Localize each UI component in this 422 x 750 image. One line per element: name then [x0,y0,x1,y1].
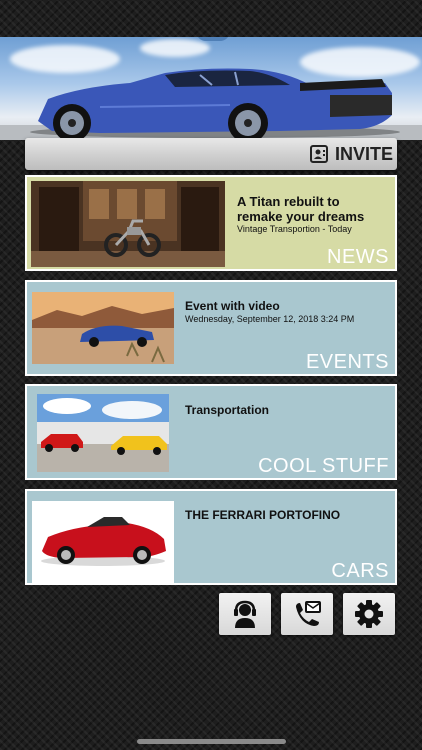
events-title: Event with video [185,299,280,313]
news-title: A Titan rebuilt to remake your dreams [237,194,365,224]
invite-label: INVITE [334,143,393,164]
gear-icon [355,600,383,628]
news-subtitle: Vintage Transportion - Today [237,224,352,234]
invite-bar: INVITE [25,138,397,170]
contact-button[interactable] [281,593,333,635]
support-button[interactable] [219,593,271,635]
hero-supercar-image [0,68,422,140]
cars-title: THE FERRARI PORTOFINO [185,508,341,522]
news-card[interactable]: A Titan rebuilt to remake your dreams Vi… [25,175,397,271]
phone-mail-icon [296,601,321,626]
cool-stuff-section-label: COOL STUFF [258,455,389,477]
desert-supercar-image [32,292,174,376]
cars-section-label: CARS [331,560,389,582]
home-indicator[interactable] [137,739,286,744]
headset-support-icon [234,600,256,628]
events-subtitle: Wednesday, September 12, 2018 3:24 PM [185,314,355,324]
cool-stuff-card[interactable]: Transportation COOL STUFF [25,384,397,480]
events-card[interactable]: Event with video Wednesday, September 12… [25,280,397,376]
race-cars-image [37,394,169,472]
cool-stuff-title: Transportation [185,403,270,417]
cars-card[interactable]: THE FERRARI PORTOFINO CARS [25,489,397,585]
contact-card-icon [309,145,328,163]
settings-button[interactable] [343,593,395,635]
red-ferrari-image [32,501,174,585]
hero-banner [0,37,422,140]
motorcycle-garage-image [31,181,225,267]
invite-button[interactable]: INVITE [309,141,393,167]
news-section-label: NEWS [327,246,389,268]
events-section-label: EVENTS [305,351,389,373]
